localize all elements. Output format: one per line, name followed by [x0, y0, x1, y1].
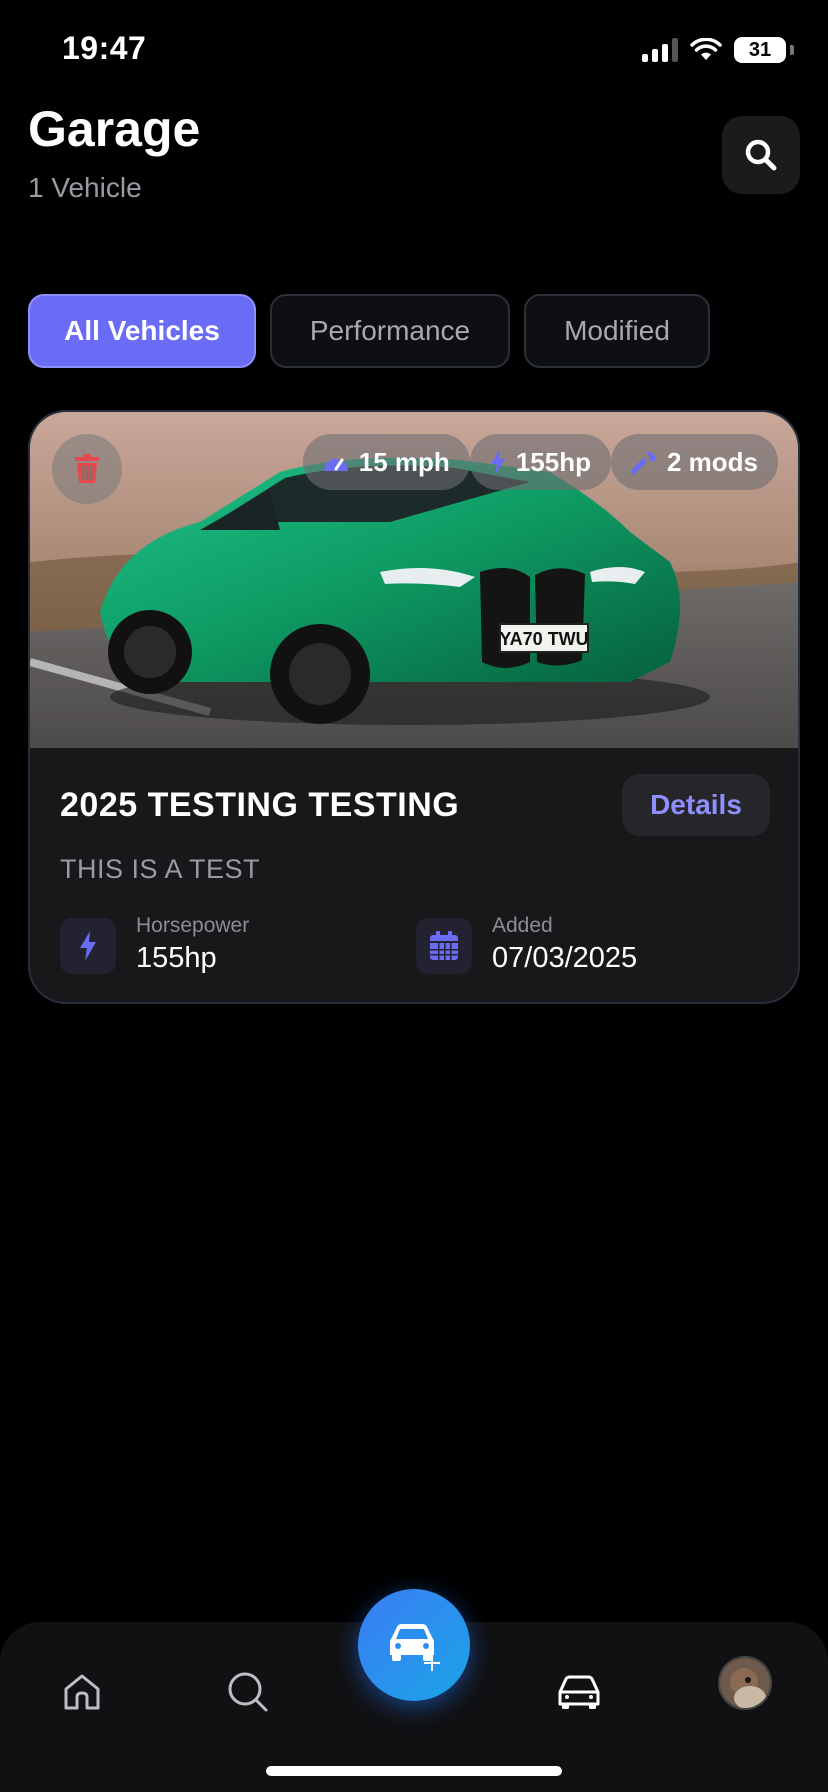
- car-icon: [558, 1675, 600, 1709]
- mods-value: 2 mods: [666, 446, 758, 477]
- horsepower-value: 155hp: [136, 942, 217, 974]
- wrench-icon: [630, 452, 656, 475]
- filter-tabs: All Vehicles Performance Modified: [28, 294, 710, 368]
- status-icons: 31: [642, 34, 794, 66]
- added-stat: Added 07/03/2025: [416, 914, 638, 975]
- added-label: Added: [492, 914, 553, 937]
- speed-value: 15 mph: [358, 446, 450, 477]
- home-indicator: [266, 1766, 562, 1776]
- nav-home[interactable]: [52, 1662, 112, 1722]
- added-value: 07/03/2025: [492, 942, 638, 974]
- details-button[interactable]: Details: [622, 774, 770, 836]
- nav-search[interactable]: [218, 1662, 278, 1722]
- power-value: 155hp: [515, 446, 591, 477]
- battery-nub: [790, 45, 794, 55]
- horsepower-label: Horsepower: [136, 914, 250, 937]
- vehicle-badges: 15 mph 155hp 2 mods: [302, 434, 778, 490]
- tab-modified[interactable]: Modified: [524, 294, 710, 368]
- mods-badge: 2 mods: [610, 434, 778, 490]
- home-icon: [64, 1674, 100, 1710]
- vehicle-description: THIS IS A TEST: [60, 854, 261, 884]
- status-time: 19:47: [62, 30, 147, 66]
- speed-badge: 15 mph: [302, 434, 470, 490]
- horsepower-stat: Horsepower 155hp: [60, 914, 249, 975]
- tab-performance[interactable]: Performance: [270, 294, 510, 368]
- search-icon: [745, 139, 777, 171]
- power-badge: 155hp: [469, 434, 611, 490]
- delete-button[interactable]: [52, 434, 122, 504]
- vehicle-card[interactable]: YA70 TWU 15 mph 155hp 2 mods 2025 TESTIN…: [28, 410, 800, 1004]
- vehicle-count: 1 Vehicle: [28, 172, 142, 203]
- page-title: Garage: [28, 101, 201, 157]
- vehicle-photo: YA70 TWU 15 mph 155hp 2 mods: [30, 412, 798, 748]
- bolt-icon: [490, 449, 505, 475]
- add-car-icon: [390, 1624, 440, 1671]
- add-vehicle-button[interactable]: [358, 1589, 470, 1701]
- search-button[interactable]: [722, 116, 800, 194]
- nav-garage[interactable]: [549, 1662, 609, 1722]
- speedometer-icon: [323, 458, 348, 471]
- vehicle-info: 2025 TESTING TESTING Details THIS IS A T…: [30, 748, 798, 1002]
- calendar-icon: [430, 931, 458, 960]
- vehicle-name: 2025 TESTING TESTING: [60, 786, 460, 824]
- horsepower-icon-box: [60, 918, 116, 974]
- trash-icon: [75, 454, 99, 483]
- wifi-icon: [690, 38, 722, 60]
- added-icon-box: [416, 918, 472, 974]
- cellular-signal-icon: [642, 38, 678, 62]
- garage-screen: 19:47 31 Garage 1 Vehicle All Vehicles P…: [0, 0, 828, 1792]
- battery-icon: 31: [734, 37, 786, 63]
- battery-level: 31: [748, 38, 772, 61]
- search-icon: [228, 1672, 268, 1712]
- bolt-icon: [80, 931, 96, 961]
- status-bar: 19:47 31: [0, 0, 828, 100]
- tab-all-vehicles[interactable]: All Vehicles: [28, 294, 256, 368]
- license-plate: YA70 TWU: [499, 629, 588, 649]
- profile-avatar[interactable]: [718, 1656, 772, 1710]
